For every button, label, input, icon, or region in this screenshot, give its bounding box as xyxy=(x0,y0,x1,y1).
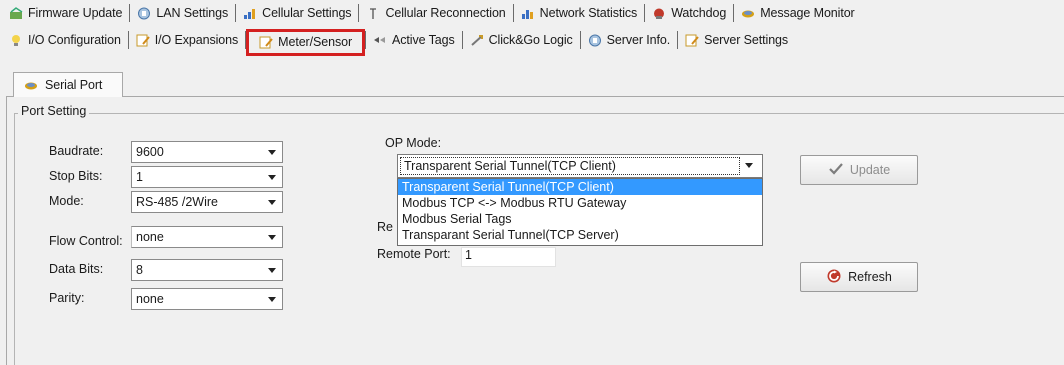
op-mode-option[interactable]: Modbus Serial Tags xyxy=(398,211,762,227)
watchdog-icon xyxy=(652,7,667,20)
monitor-icon xyxy=(741,7,756,20)
mode-label: Mode: xyxy=(49,194,84,208)
data-bits-value: 8 xyxy=(136,263,143,277)
chevron-down-icon xyxy=(268,297,276,302)
chevron-down-icon xyxy=(268,200,276,205)
server-info-icon xyxy=(588,34,603,47)
parity-label: Parity: xyxy=(49,291,85,305)
stop-bits-value: 1 xyxy=(136,170,143,184)
refresh-icon xyxy=(826,268,842,287)
tab-cellular-settings[interactable]: Cellular Settings xyxy=(236,2,358,24)
chevron-down-icon xyxy=(268,235,276,240)
tab-cellular-reconnection[interactable]: Cellular Reconnection xyxy=(359,2,512,24)
op-mode-dropdown-list: Transparent Serial Tunnel(TCP Client) Mo… xyxy=(397,178,763,246)
logic-icon xyxy=(470,34,485,47)
baudrate-value: 9600 xyxy=(136,145,164,159)
io-expansion-icon xyxy=(136,34,151,47)
data-bits-select[interactable]: 8 xyxy=(131,259,283,281)
tab-serial-port[interactable]: Serial Port xyxy=(13,72,123,97)
tab-row-2: I/O Configuration I/O Expansions Meter/S… xyxy=(2,27,795,56)
tab-server-info[interactable]: Server Info. xyxy=(581,29,677,51)
serial-port-icon xyxy=(24,79,39,92)
op-mode-option[interactable]: Transparant Serial Tunnel(TCP Server) xyxy=(398,227,762,243)
data-bits-label: Data Bits: xyxy=(49,262,104,276)
refresh-button[interactable]: Refresh xyxy=(800,262,918,292)
chevron-down-icon xyxy=(268,268,276,273)
tab-firmware-update[interactable]: Firmware Update xyxy=(2,2,129,24)
app-window: Firmware Update LAN Settings Cellular Se… xyxy=(0,0,1064,365)
tab-clickgo-logic[interactable]: Click&Go Logic xyxy=(463,29,580,51)
lan-icon xyxy=(137,7,152,20)
tab-network-statistics[interactable]: Network Statistics xyxy=(514,2,645,24)
flow-control-value: none xyxy=(136,230,164,244)
cellular-icon xyxy=(243,7,258,20)
op-mode-option[interactable]: Modbus TCP <-> Modbus RTU Gateway xyxy=(398,195,762,211)
op-mode-select[interactable]: Transparent Serial Tunnel(TCP Client) xyxy=(397,154,763,178)
check-icon xyxy=(828,162,844,179)
baudrate-label: Baudrate: xyxy=(49,144,104,158)
baudrate-select[interactable]: 9600 xyxy=(131,141,283,163)
tab-watchdog[interactable]: Watchdog xyxy=(645,2,733,24)
op-mode-label: OP Mode: xyxy=(385,136,442,150)
main-tab-strip: Firmware Update LAN Settings Cellular Se… xyxy=(0,0,1064,64)
mode-value: RS-485 /2Wire xyxy=(136,195,218,209)
chevron-down-icon xyxy=(745,163,753,168)
firmware-icon xyxy=(9,6,24,20)
tab-active-tags[interactable]: Active Tags xyxy=(366,29,462,51)
port-setting-title: Port Setting xyxy=(18,104,90,118)
stop-bits-label: Stop Bits: xyxy=(49,169,103,183)
tab-io-expansions[interactable]: I/O Expansions xyxy=(129,29,245,51)
flow-control-label: Flow Control: xyxy=(49,234,123,248)
remote-ip-label: Re xyxy=(377,220,393,234)
op-mode-option[interactable]: Transparent Serial Tunnel(TCP Client) xyxy=(398,179,762,195)
tab-io-configuration[interactable]: I/O Configuration xyxy=(2,29,128,51)
update-button-label: Update xyxy=(849,163,891,177)
op-mode-value: Transparent Serial Tunnel(TCP Client) xyxy=(400,157,740,175)
tab-row-1: Firmware Update LAN Settings Cellular Se… xyxy=(2,0,862,26)
tags-icon xyxy=(373,34,388,47)
remote-port-label: Remote Port: xyxy=(377,247,451,261)
parity-value: none xyxy=(136,292,164,306)
statistics-icon xyxy=(521,7,536,20)
refresh-button-label: Refresh xyxy=(848,270,892,284)
chevron-down-icon xyxy=(268,175,276,180)
tab-server-settings[interactable]: Server Settings xyxy=(678,29,795,51)
mode-select[interactable]: RS-485 /2Wire xyxy=(131,191,283,213)
parity-select[interactable]: none xyxy=(131,288,283,310)
reconnect-icon xyxy=(366,7,381,20)
remote-port-input[interactable]: 1 xyxy=(461,247,556,267)
meter-icon xyxy=(259,36,274,49)
chevron-down-icon xyxy=(268,150,276,155)
io-config-icon xyxy=(9,34,24,47)
server-settings-icon xyxy=(685,34,700,47)
stop-bits-select[interactable]: 1 xyxy=(131,166,283,188)
tab-meter-sensor[interactable]: Meter/Sensor xyxy=(246,28,366,56)
flow-control-select[interactable]: none xyxy=(131,226,283,248)
tab-lan-settings[interactable]: LAN Settings xyxy=(130,2,235,24)
update-button[interactable]: Update xyxy=(800,155,918,185)
tab-message-monitor[interactable]: Message Monitor xyxy=(734,2,861,24)
